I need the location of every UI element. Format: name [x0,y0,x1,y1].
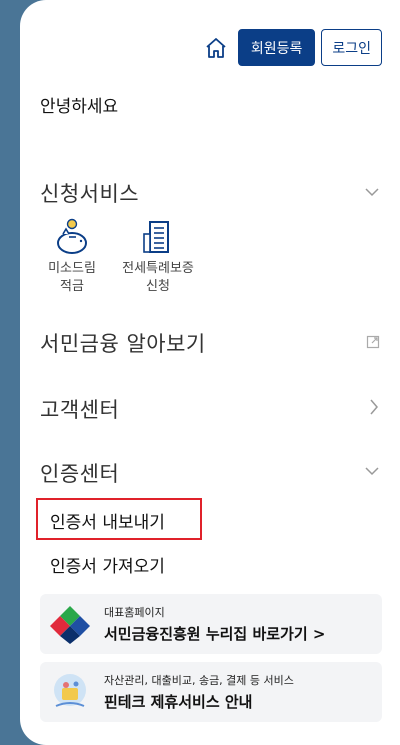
banner-homepage[interactable]: 대표홈페이지 서민금융진흥원 누리집 바로가기 > [40,594,382,654]
chevron-down-icon[interactable] [364,465,380,477]
login-button[interactable]: 로그인 [321,29,382,66]
service-miso-savings[interactable]: 미소드림 적금 [42,218,102,296]
register-button[interactable]: 회원등록 [237,29,316,66]
service-label-line2: 신청 [146,279,170,294]
service-label-line1: 전세특례보증 [122,261,194,276]
fintech-illustration-icon [54,674,86,707]
section-cert-title[interactable]: 인증센터 [40,458,119,488]
kinfa-logo-icon [50,606,90,644]
greeting-text: 안녕하세요 [40,97,119,117]
cert-export-link[interactable]: 인증서 내보내기 [50,508,165,533]
section-apply-title[interactable]: 신청서비스 [40,178,139,208]
cert-import-link[interactable]: 인증서 가져오기 [50,552,165,577]
home-icon[interactable] [204,36,228,60]
service-label-line2: 적금 [60,279,84,294]
section-support-title[interactable]: 고객센터 [40,394,119,424]
banner-subtitle: 자산관리, 대출비교, 송금, 결제 등 서비스 [104,674,294,687]
piggy-bank-icon [57,218,87,254]
banner-subtitle: 대표홈페이지 [104,606,165,619]
banner-fintech[interactable]: 자산관리, 대출비교, 송금, 결제 등 서비스 핀테크 제휴서비스 안내 [40,662,382,722]
side-menu-panel: 회원등록 로그인 안녕하세요 신청서비스 미소드림 적금 전세특례보증 신청 서… [20,0,400,745]
service-label-line1: 미소드림 [48,261,96,276]
chevron-right-icon[interactable] [368,398,380,416]
chevron-down-icon[interactable] [364,186,380,198]
section-learn-title[interactable]: 서민금융 알아보기 [40,328,206,358]
building-icon [143,221,169,253]
external-link-icon[interactable] [366,335,380,349]
service-jeonse-guarantee[interactable]: 전세특례보증 신청 [108,218,208,296]
banner-title: 핀테크 제휴서비스 안내 [104,693,253,711]
top-bar: 회원등록 로그인 [204,29,382,66]
banner-title: 서민금융진흥원 누리집 바로가기 > [104,625,326,643]
